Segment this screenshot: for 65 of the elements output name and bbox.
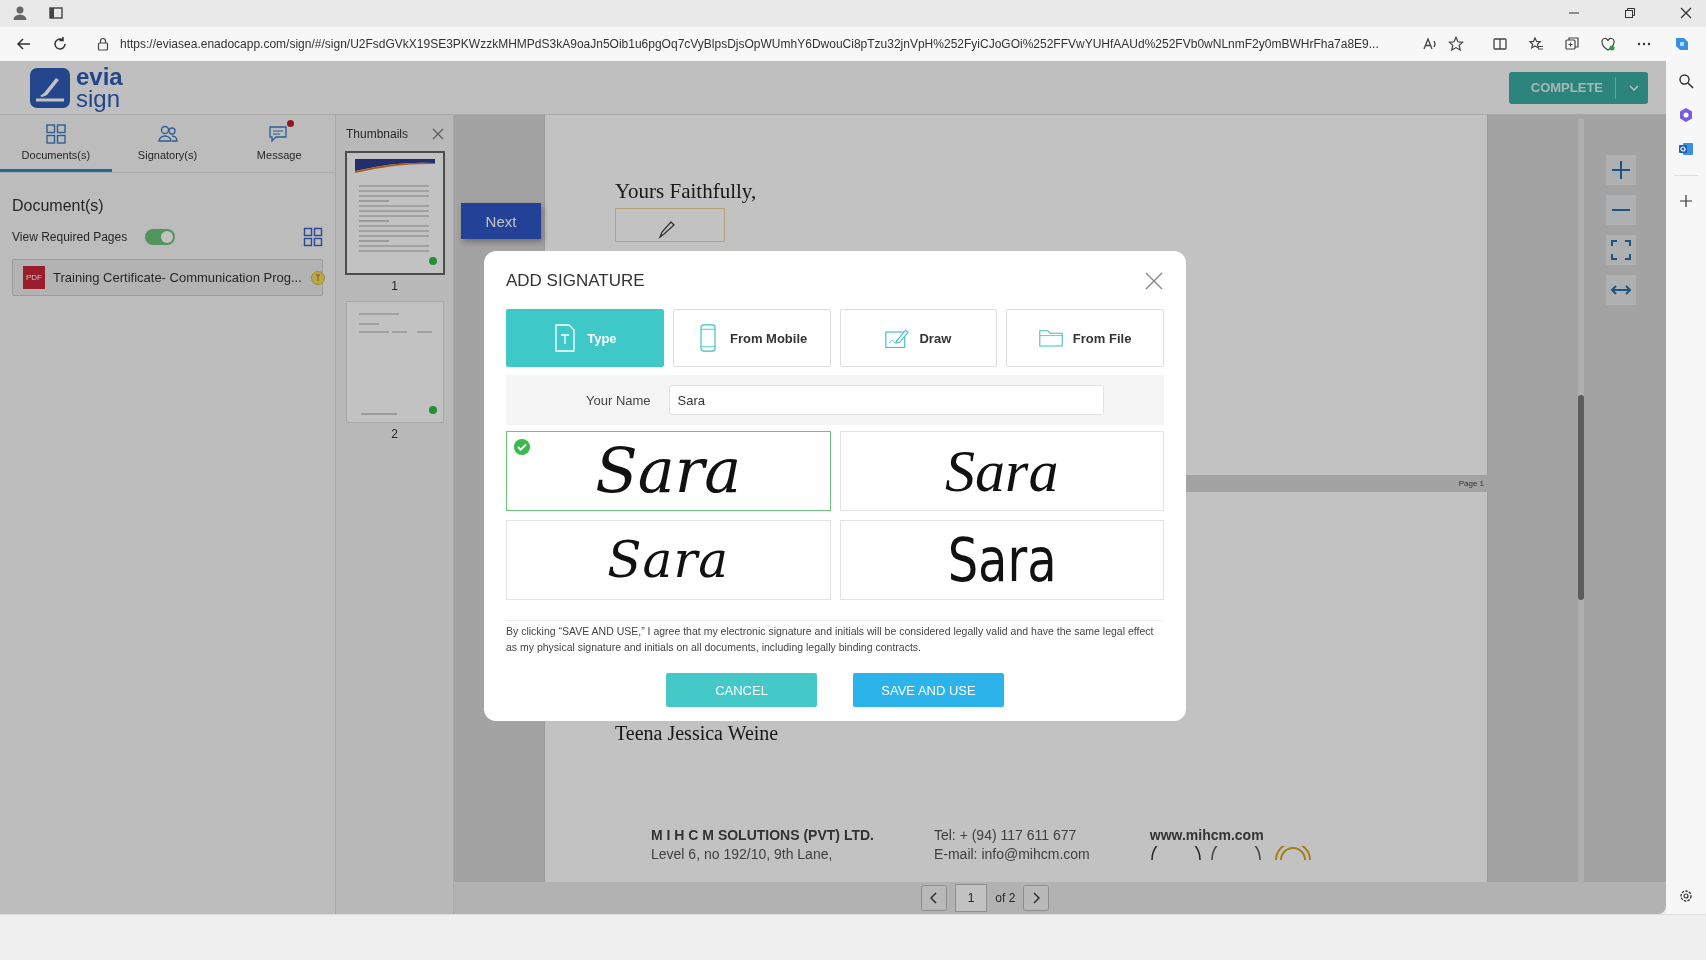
toggle-switch[interactable] bbox=[145, 229, 176, 246]
scrollbar[interactable] bbox=[1578, 119, 1584, 885]
signature-option[interactable]: Sara bbox=[839, 431, 1164, 512]
settings-icon[interactable] bbox=[1678, 888, 1694, 905]
signature-method-tab[interactable]: Draw bbox=[839, 309, 998, 368]
section-heading: Document(s) bbox=[12, 197, 105, 216]
lock-icon[interactable] bbox=[96, 37, 110, 52]
company-address: Level 6, no 192/10, 9th Lane, bbox=[651, 846, 834, 863]
refresh-icon[interactable] bbox=[52, 36, 68, 53]
coin-icon bbox=[309, 269, 326, 286]
sidebar-tab[interactable]: Signatory(s) bbox=[111, 115, 224, 173]
logo-text: evia bbox=[76, 65, 123, 88]
sidebar-tab[interactable]: Message bbox=[223, 115, 335, 173]
profile-icon[interactable] bbox=[12, 5, 28, 22]
pdf-icon: PDF bbox=[23, 266, 45, 290]
tab-actions-icon[interactable] bbox=[48, 5, 64, 22]
closing-text: Yours Faithfully, bbox=[615, 179, 758, 205]
zoom-out-icon[interactable] bbox=[1606, 195, 1636, 226]
collections-icon[interactable] bbox=[1564, 36, 1580, 53]
fullscreen-icon[interactable] bbox=[1606, 235, 1636, 266]
toggle-label: View Required Pages bbox=[12, 230, 128, 245]
signer-name: Teena Jessica Weine bbox=[615, 722, 779, 745]
check-icon bbox=[513, 438, 531, 457]
mail-icon[interactable] bbox=[1678, 141, 1694, 158]
name-field[interactable]: Sara bbox=[668, 385, 1104, 416]
page-number: 1 bbox=[391, 279, 398, 294]
signature-option[interactable]: Sara bbox=[506, 431, 831, 512]
split-screen-icon[interactable] bbox=[1492, 36, 1508, 53]
signature-method-tab[interactable]: From Mobile bbox=[672, 309, 831, 368]
text-document-icon bbox=[553, 324, 578, 353]
zoom-in-icon[interactable] bbox=[1606, 155, 1636, 186]
grid-icon bbox=[44, 123, 67, 146]
document-item[interactable]: PDF Training Certificate- Communication Prog... bbox=[12, 259, 323, 297]
next-page-icon[interactable] bbox=[1023, 885, 1050, 912]
company-name: M I H C M SOLUTIONS (PVT) LTD. bbox=[651, 827, 874, 844]
page-thumbnail[interactable] bbox=[344, 151, 445, 276]
star-icon[interactable] bbox=[1448, 36, 1464, 53]
field-label: Your Name bbox=[586, 392, 651, 408]
website-text: www.mihcm.com bbox=[1149, 827, 1265, 844]
signature-method-tab[interactable]: From File bbox=[1006, 309, 1164, 368]
close-icon[interactable] bbox=[1680, 7, 1692, 20]
dialog-title: ADD SIGNATURE bbox=[506, 271, 645, 292]
page-number: 2 bbox=[391, 427, 398, 442]
sidebar-tab[interactable]: Documents(s) bbox=[0, 115, 112, 173]
restore-icon[interactable] bbox=[1624, 7, 1636, 20]
logo-text: sign bbox=[76, 87, 121, 110]
signature-field[interactable] bbox=[615, 208, 725, 243]
signature-option[interactable]: Sara bbox=[506, 520, 831, 601]
favorites-icon[interactable] bbox=[1528, 36, 1544, 53]
search-icon[interactable] bbox=[1678, 73, 1694, 90]
panel-title: Thumbnails bbox=[346, 127, 409, 142]
consent-text: By clicking “SAVE AND USE,” I agree that my electronic signature and initials will be considered legally valid and have the same legal effect as my physical signature and initials on all documents, including legally binding contracts. bbox=[506, 620, 1164, 656]
page-input[interactable]: 1 bbox=[954, 884, 988, 913]
email-text: E-mail: info@mihcm.com bbox=[933, 846, 1090, 863]
page-label: Page 1 bbox=[1458, 479, 1485, 489]
hexagon-icon[interactable] bbox=[1678, 107, 1694, 124]
page-total: of 2 bbox=[995, 891, 1016, 906]
previous-page-icon[interactable] bbox=[920, 885, 947, 912]
next-button[interactable]: Next bbox=[461, 203, 541, 240]
logo-icon bbox=[30, 67, 70, 108]
fit-width-icon[interactable] bbox=[1606, 275, 1636, 306]
signature-option[interactable]: Sara bbox=[839, 520, 1164, 601]
grid-view-icon[interactable] bbox=[303, 227, 323, 248]
add-icon[interactable] bbox=[1679, 194, 1693, 209]
phone-text: Tel: + (94) 117 611 677 bbox=[933, 827, 1078, 844]
